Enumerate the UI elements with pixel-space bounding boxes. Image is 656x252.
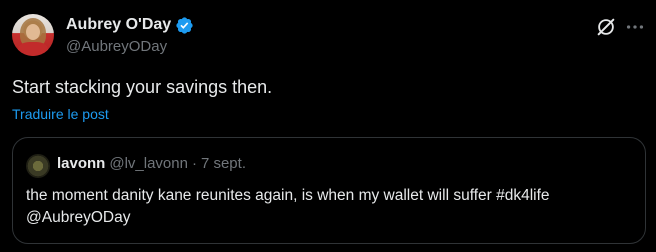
post-card: Aubrey O'Day @AubreyODay Start stacking … [0,0,656,252]
author-display-name[interactable]: Aubrey O'Day [66,16,171,34]
author-name-row: Aubrey O'Day [66,14,194,36]
translate-post-link[interactable]: Traduire le post [12,106,109,122]
post-text: Start stacking your savings then. [12,77,273,97]
quoted-author-handle[interactable]: @lv_lavonn [109,155,188,172]
verified-badge-icon [176,16,193,34]
author-avatar[interactable] [12,14,54,56]
quoted-post[interactable]: lavonn @lv_lavonn · 7 sept. the moment d… [12,137,646,244]
quoted-post-header: lavonn @lv_lavonn · 7 sept. [57,155,246,172]
quoted-post-text-line: @AubreyODay [26,209,131,226]
grok-icon[interactable] [595,16,617,38]
more-icon[interactable] [624,16,646,38]
author-handle[interactable]: @AubreyODay [66,38,167,55]
quoted-author-display-name[interactable]: lavonn [57,155,105,172]
quoted-author-avatar[interactable] [26,154,50,178]
separator-dot: · [191,155,197,172]
quoted-post-time[interactable]: 7 sept. [201,155,246,172]
quoted-post-text: the moment danity kane reunites again, i… [26,185,626,229]
quoted-post-text-line: the moment danity kane reunites again, i… [26,187,550,204]
